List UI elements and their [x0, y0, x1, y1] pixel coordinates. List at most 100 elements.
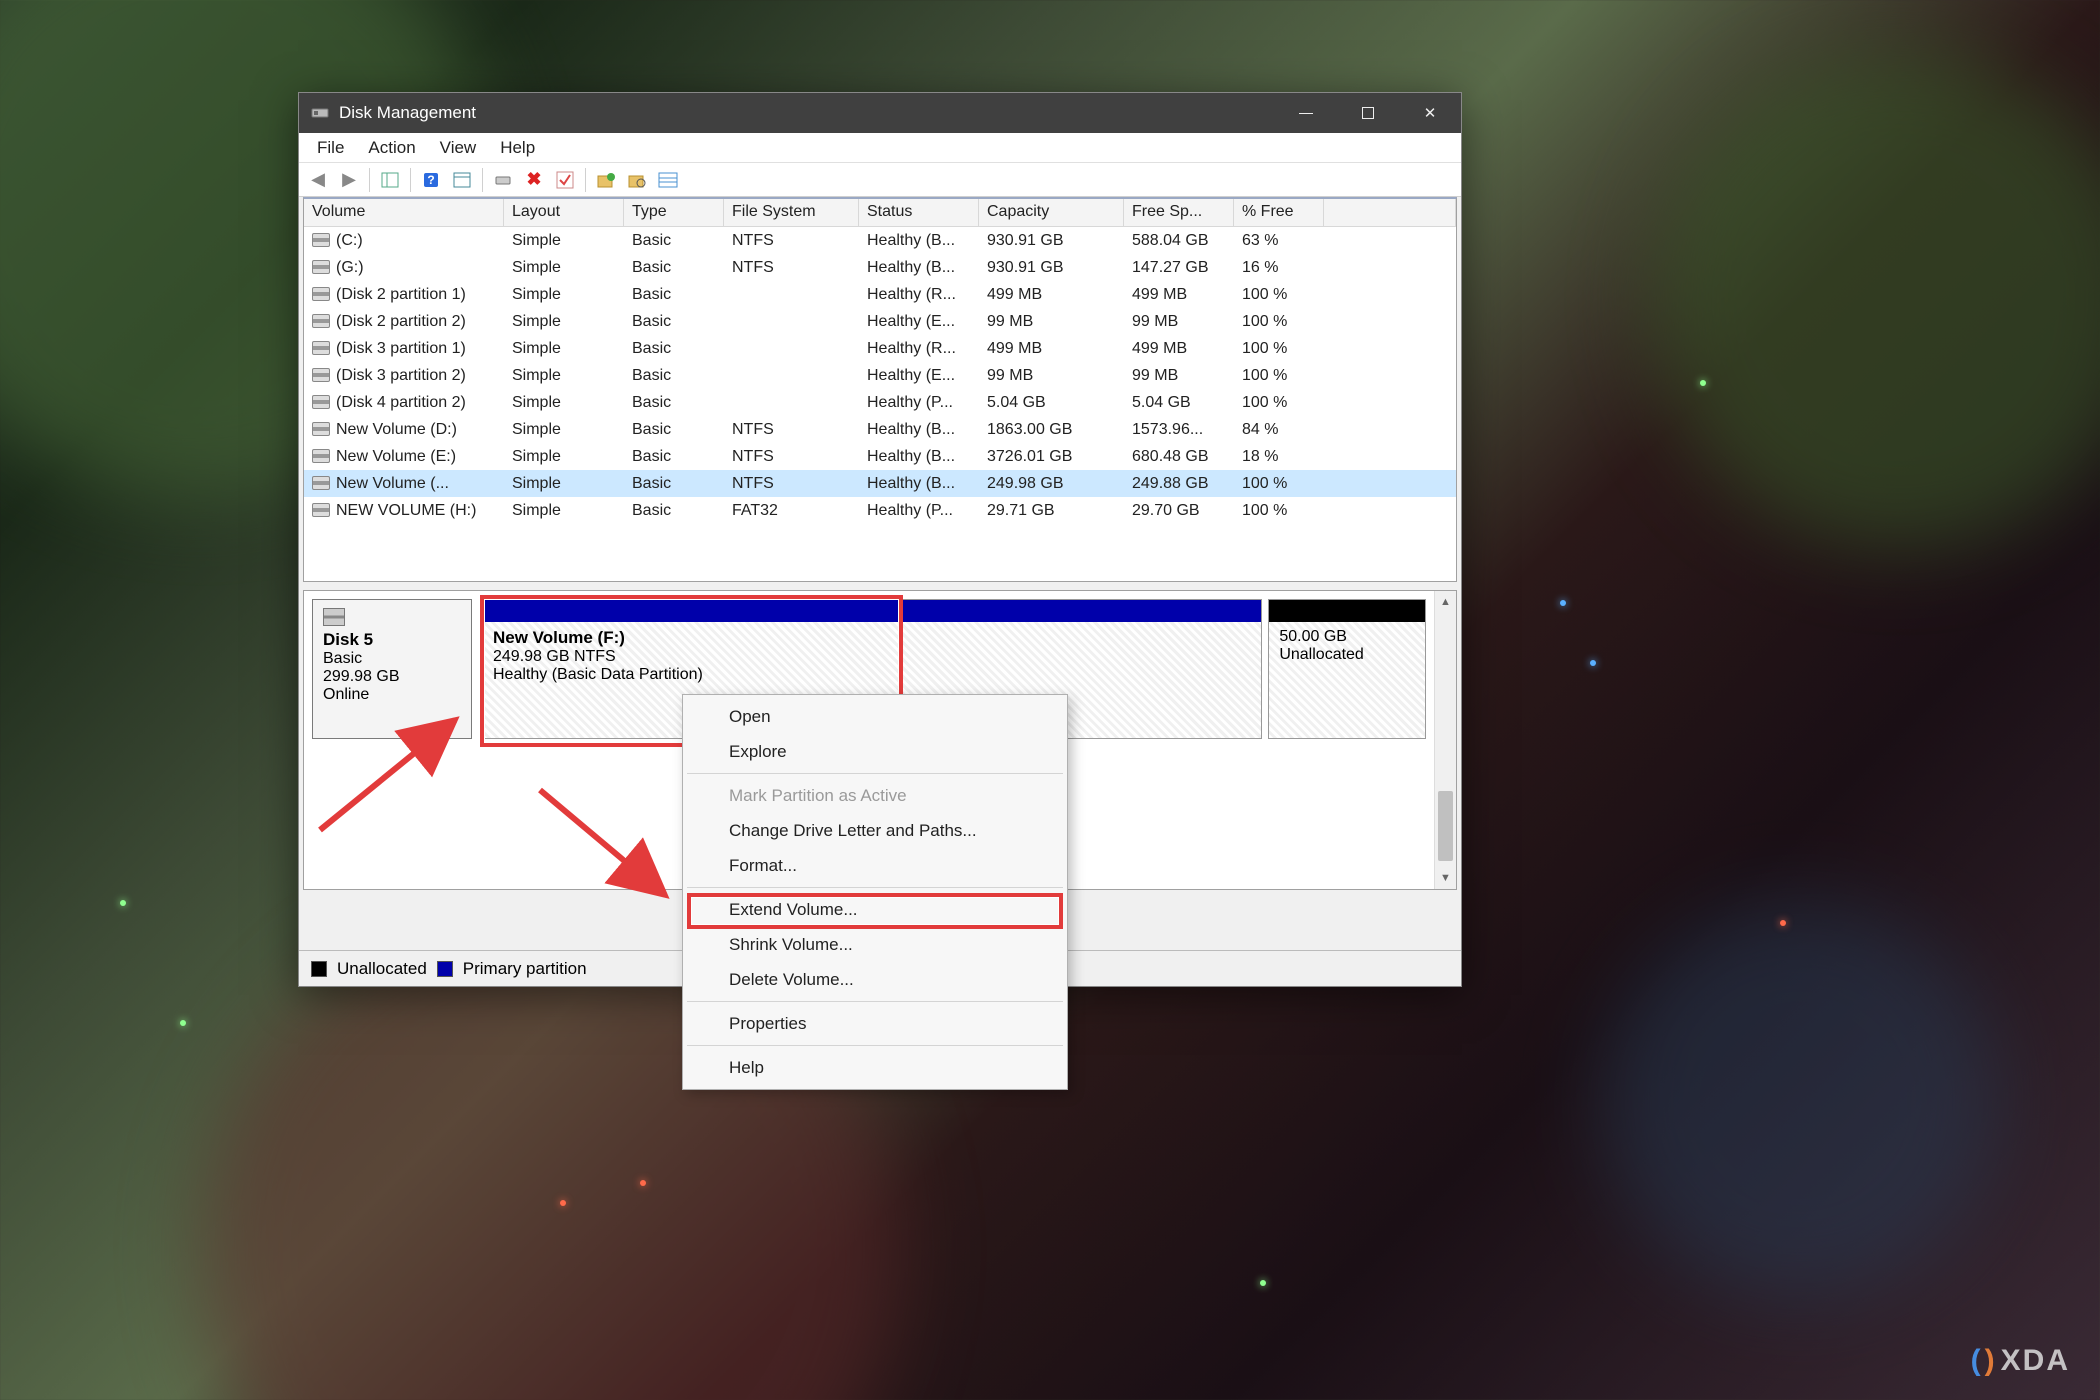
volume-layout: Simple — [504, 313, 624, 331]
volume-pct-free: 100 % — [1234, 340, 1324, 358]
table-row[interactable]: New Volume (D:)SimpleBasicNTFSHealthy (B… — [304, 416, 1456, 443]
volume-filesystem: FAT32 — [724, 502, 859, 520]
ctx-format[interactable]: Format... — [685, 848, 1065, 883]
maximize-button[interactable] — [1337, 93, 1399, 133]
svg-text:?: ? — [427, 173, 434, 187]
partition-status: Unallocated — [1279, 646, 1415, 664]
volume-status: Healthy (P... — [859, 502, 979, 520]
table-row[interactable]: (C:)SimpleBasicNTFSHealthy (B...930.91 G… — [304, 227, 1456, 254]
ctx-change-letter[interactable]: Change Drive Letter and Paths... — [685, 813, 1065, 848]
refresh-button[interactable] — [488, 166, 518, 194]
ctx-separator — [687, 773, 1063, 774]
volume-capacity: 29.71 GB — [979, 502, 1124, 520]
scroll-thumb[interactable] — [1438, 791, 1453, 861]
col-pct-free[interactable]: % Free — [1234, 199, 1324, 226]
menu-file[interactable]: File — [305, 135, 356, 161]
x-icon: ✖ — [526, 169, 541, 190]
properties-button[interactable] — [447, 166, 477, 194]
menu-help[interactable]: Help — [488, 135, 547, 161]
check-button[interactable] — [550, 166, 580, 194]
volume-icon — [312, 260, 330, 274]
col-layout[interactable]: Layout — [504, 199, 624, 226]
menu-action[interactable]: Action — [356, 135, 427, 161]
new-folder-button[interactable] — [591, 166, 621, 194]
volume-pct-free: 100 % — [1234, 502, 1324, 520]
volume-capacity: 499 MB — [979, 286, 1124, 304]
titlebar[interactable]: Disk Management — [299, 93, 1461, 133]
volume-layout: Simple — [504, 421, 624, 439]
volume-icon — [312, 476, 330, 490]
col-free[interactable]: Free Sp... — [1124, 199, 1234, 226]
partition-block[interactable]: 50.00 GBUnallocated — [1268, 599, 1426, 739]
back-button[interactable] — [303, 166, 333, 194]
legend-label-primary: Primary partition — [463, 959, 587, 979]
ctx-extend[interactable]: Extend Volume... — [685, 892, 1065, 927]
table-row[interactable]: (Disk 3 partition 1)SimpleBasicHealthy (… — [304, 335, 1456, 362]
table-row[interactable]: (Disk 4 partition 2)SimpleBasicHealthy (… — [304, 389, 1456, 416]
close-icon — [1424, 104, 1437, 123]
partition-info: 50.00 GB — [1279, 628, 1415, 646]
volume-free: 147.27 GB — [1124, 259, 1234, 277]
volume-layout: Simple — [504, 448, 624, 466]
table-row[interactable]: NEW VOLUME (H:)SimpleBasicFAT32Healthy (… — [304, 497, 1456, 524]
table-row[interactable]: New Volume (E:)SimpleBasicNTFSHealthy (B… — [304, 443, 1456, 470]
volume-pct-free: 16 % — [1234, 259, 1324, 277]
volume-pct-free: 100 % — [1234, 313, 1324, 331]
arrow-right-icon — [342, 169, 356, 190]
ctx-properties[interactable]: Properties — [685, 1006, 1065, 1041]
ctx-open[interactable]: Open — [685, 699, 1065, 734]
volume-layout: Simple — [504, 502, 624, 520]
volume-pct-free: 100 % — [1234, 286, 1324, 304]
volume-capacity: 99 MB — [979, 367, 1124, 385]
volume-icon — [312, 341, 330, 355]
forward-button[interactable] — [334, 166, 364, 194]
disk-info-box[interactable]: Disk 5 Basic 299.98 GB Online — [312, 599, 472, 739]
ctx-separator — [687, 1045, 1063, 1046]
volume-layout: Simple — [504, 475, 624, 493]
table-row[interactable]: New Volume (...SimpleBasicNTFSHealthy (B… — [304, 470, 1456, 497]
volume-type: Basic — [624, 502, 724, 520]
search-folder-button[interactable] — [622, 166, 652, 194]
volume-capacity: 499 MB — [979, 340, 1124, 358]
col-volume[interactable]: Volume — [304, 199, 504, 226]
table-row[interactable]: (Disk 3 partition 2)SimpleBasicHealthy (… — [304, 362, 1456, 389]
col-capacity[interactable]: Capacity — [979, 199, 1124, 226]
help-button[interactable]: ? — [416, 166, 446, 194]
volume-type: Basic — [624, 259, 724, 277]
volume-name: (G:) — [336, 259, 364, 276]
show-hide-tree-button[interactable] — [375, 166, 405, 194]
volume-name: (Disk 2 partition 2) — [336, 313, 466, 330]
window-title: Disk Management — [339, 103, 476, 123]
col-type[interactable]: Type — [624, 199, 724, 226]
volume-free: 499 MB — [1124, 286, 1234, 304]
scroll-down-icon[interactable]: ▼ — [1435, 867, 1456, 889]
minimize-button[interactable] — [1275, 93, 1337, 133]
volume-name: New Volume (E:) — [336, 448, 456, 465]
ctx-delete[interactable]: Delete Volume... — [685, 962, 1065, 997]
legend-swatch-unallocated — [311, 961, 327, 977]
col-status[interactable]: Status — [859, 199, 979, 226]
ctx-explore[interactable]: Explore — [685, 734, 1065, 769]
ctx-shrink[interactable]: Shrink Volume... — [685, 927, 1065, 962]
disk-size: 299.98 GB — [323, 668, 461, 686]
scroll-up-icon[interactable]: ▲ — [1435, 591, 1456, 613]
table-row[interactable]: (Disk 2 partition 2)SimpleBasicHealthy (… — [304, 308, 1456, 335]
volume-name: (Disk 3 partition 1) — [336, 340, 466, 357]
toolbar: ? ✖ — [299, 163, 1461, 197]
table-row[interactable]: (G:)SimpleBasicNTFSHealthy (B...930.91 G… — [304, 254, 1456, 281]
menu-view[interactable]: View — [428, 135, 489, 161]
volume-pct-free: 100 % — [1234, 394, 1324, 412]
volume-filesystem: NTFS — [724, 259, 859, 277]
col-filesystem[interactable]: File System — [724, 199, 859, 226]
volume-capacity: 5.04 GB — [979, 394, 1124, 412]
close-button[interactable] — [1399, 93, 1461, 133]
volume-pct-free: 84 % — [1234, 421, 1324, 439]
delete-button[interactable]: ✖ — [519, 166, 549, 194]
volume-status: Healthy (P... — [859, 394, 979, 412]
vertical-scrollbar[interactable]: ▲ ▼ — [1434, 591, 1456, 889]
ctx-separator — [687, 887, 1063, 888]
volume-list-body: (C:)SimpleBasicNTFSHealthy (B...930.91 G… — [304, 227, 1456, 581]
ctx-help[interactable]: Help — [685, 1050, 1065, 1085]
table-row[interactable]: (Disk 2 partition 1)SimpleBasicHealthy (… — [304, 281, 1456, 308]
settings-button[interactable] — [653, 166, 683, 194]
